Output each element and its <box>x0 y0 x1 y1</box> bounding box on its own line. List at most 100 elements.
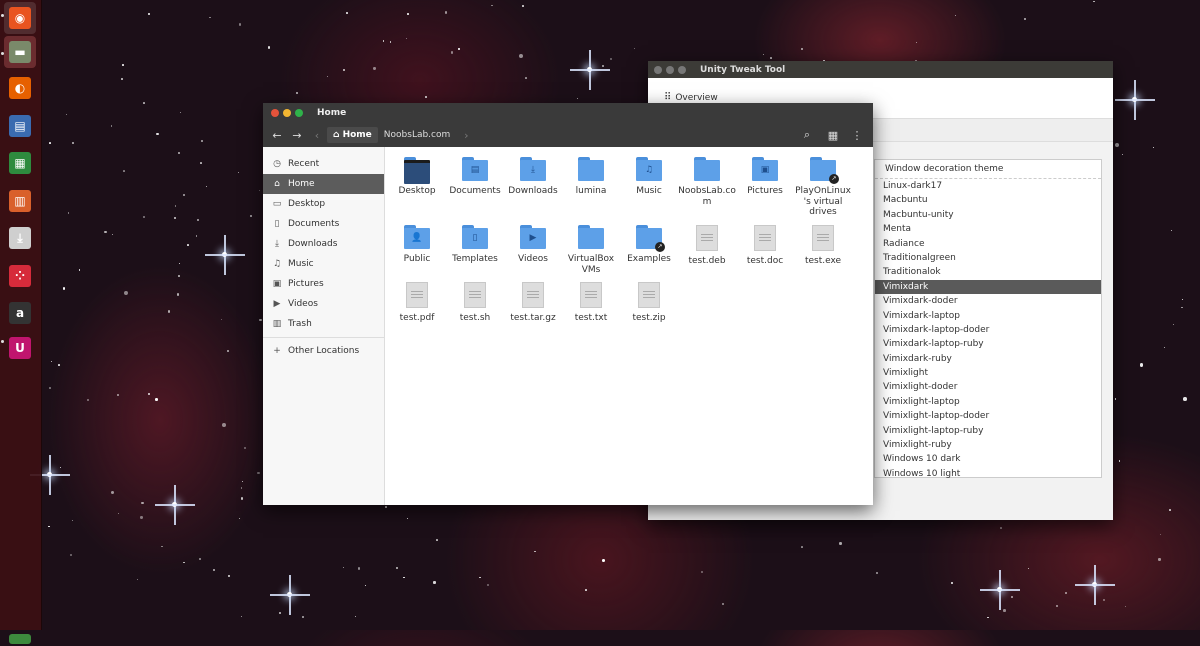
sidebar-item-home[interactable]: ⌂ Home <box>263 174 384 194</box>
document-file-icon <box>522 282 544 308</box>
writer-launcher-button[interactable]: ▤ <box>4 110 36 142</box>
calc-launcher-button[interactable]: ▦ <box>4 147 36 179</box>
file-name: test.pdf <box>399 313 435 323</box>
theme-list-item[interactable]: Vimixlight-doder <box>875 380 1101 394</box>
maximize-button[interactable] <box>295 109 303 117</box>
file-item[interactable]: ▯ Templates <box>446 225 504 265</box>
close-button[interactable] <box>271 109 279 117</box>
breadcrumb-noobslab[interactable]: NoobsLab.com <box>378 127 456 143</box>
file-item[interactable]: ↗ PlayOnLinux's virtual drives <box>794 157 852 218</box>
theme-list-item[interactable]: Traditionalok <box>875 265 1101 279</box>
theme-list-item[interactable]: Radiance <box>875 237 1101 251</box>
clock-icon: ◷ <box>273 159 281 169</box>
theme-list-item[interactable]: Vimixdark-laptop-ruby <box>875 337 1101 351</box>
folder-icon: 👤 <box>404 225 430 249</box>
sidebar-item-trash[interactable]: ▥ Trash <box>263 314 384 334</box>
maximize-button[interactable] <box>678 65 686 74</box>
file-item[interactable]: Desktop <box>388 157 446 197</box>
document-file-icon <box>754 225 776 251</box>
impress-launcher-button[interactable]: ▥ <box>4 185 36 217</box>
theme-list-item[interactable]: Traditionalgreen <box>875 251 1101 265</box>
theme-list-item[interactable]: Windows 10 light <box>875 467 1101 481</box>
sidebar-item-documents[interactable]: ▯ Documents <box>263 214 384 234</box>
sidebar-item-downloads[interactable]: ⤓ Downloads <box>263 234 384 254</box>
symlink-emblem-icon: ↗ <box>655 242 665 252</box>
unity-tweak-icon: U <box>9 337 31 359</box>
menu-button[interactable]: ⋮ <box>847 125 867 145</box>
home-icon: ⌂ <box>333 130 340 140</box>
theme-list-item[interactable]: Vimixdark-laptop <box>875 309 1101 323</box>
file-item[interactable]: test.sh <box>446 282 504 324</box>
file-item[interactable]: test.doc <box>736 225 794 267</box>
close-button[interactable] <box>654 65 662 74</box>
file-name: Documents <box>449 186 501 196</box>
theme-list-item[interactable]: Vimixdark-ruby <box>875 352 1101 366</box>
software-center-launcher-button[interactable]: ⤓ <box>4 222 36 254</box>
theme-list-header: Window decoration theme <box>875 160 1101 179</box>
theme-list-item[interactable]: Vimixdark-doder <box>875 294 1101 308</box>
firefox-launcher-button[interactable]: ◐ <box>4 72 36 104</box>
minimize-button[interactable] <box>283 109 291 117</box>
file-item[interactable]: ▶ Videos <box>504 225 562 265</box>
file-item[interactable]: 👤 Public <box>388 225 446 265</box>
theme-list-item[interactable]: Vimixdark <box>875 279 1101 295</box>
file-name: Pictures <box>747 186 783 196</box>
file-item[interactable]: ♫ Music <box>620 157 678 197</box>
amazon-launcher-button[interactable]: a <box>4 297 36 329</box>
file-item[interactable]: test.exe <box>794 225 852 267</box>
file-name: test.deb <box>688 256 726 266</box>
file-item[interactable]: ↗ Examples <box>620 225 678 265</box>
ubuntu-dash-launcher-button[interactable]: ◉ <box>4 2 36 34</box>
file-item[interactable]: test.zip <box>620 282 678 324</box>
theme-list-item[interactable]: Vimixlight-laptop <box>875 395 1101 409</box>
breadcrumb-scroll-left[interactable]: ‹ <box>307 125 327 145</box>
search-icon: ⌕ <box>803 128 811 141</box>
file-item[interactable]: NoobsLab.com <box>678 157 736 207</box>
file-item[interactable]: VirtualBox VMs <box>562 225 620 275</box>
files-launcher-button[interactable]: ▬ <box>4 36 36 68</box>
theme-list-item[interactable]: Macbuntu <box>875 193 1101 207</box>
sidebar-item-desktop[interactable]: ▭ Desktop <box>263 194 384 214</box>
file-item[interactable]: test.txt <box>562 282 620 324</box>
sidebar-item-label: Home <box>288 179 315 189</box>
view-toggle-button[interactable]: ▦ <box>823 125 843 145</box>
theme-list-item[interactable]: Macbuntu-unity <box>875 208 1101 222</box>
theme-list-item[interactable]: Vimixdark-laptop-doder <box>875 323 1101 337</box>
theme-list-item[interactable]: Windows 10 dark <box>875 452 1101 466</box>
writer-icon: ▤ <box>9 115 31 137</box>
chevron-left-icon: ‹ <box>314 128 320 142</box>
file-item[interactable]: ▤ Documents <box>446 157 504 197</box>
file-item[interactable]: test.tar.gz <box>504 282 562 324</box>
theme-list-item[interactable]: Vimixlight-laptop-ruby <box>875 424 1101 438</box>
file-item[interactable]: ⤓ Downloads <box>504 157 562 197</box>
dropbox-launcher-button[interactable]: ⁘ <box>4 260 36 292</box>
file-item[interactable]: test.deb <box>678 225 736 267</box>
file-item[interactable]: lumina <box>562 157 620 197</box>
running-indicator <box>1 340 4 343</box>
breadcrumb-home[interactable]: ⌂ Home <box>327 127 378 143</box>
file-item[interactable]: ▣ Pictures <box>736 157 794 197</box>
theme-list-item[interactable]: Menta <box>875 222 1101 236</box>
forward-button[interactable]: → <box>287 125 307 145</box>
unity-tweak-launcher-button[interactable]: U <box>4 332 36 364</box>
theme-list-item[interactable]: Vimixlight-ruby <box>875 438 1101 452</box>
sidebar-item-other-locations[interactable]: + Other Locations <box>263 341 384 361</box>
back-button[interactable]: ← <box>267 125 287 145</box>
tweak-titlebar[interactable]: Unity Tweak Tool <box>648 61 1113 78</box>
sidebar-item-recent[interactable]: ◷ Recent <box>263 154 384 174</box>
picture-icon: ▣ <box>272 279 282 289</box>
theme-list-item[interactable]: Linux-dark17 <box>875 179 1101 193</box>
file-item[interactable]: test.pdf <box>388 282 446 324</box>
files-titlebar[interactable]: Home <box>263 103 873 123</box>
theme-list-item[interactable]: Vimixlight <box>875 366 1101 380</box>
desktop-icon: ▭ <box>272 199 282 209</box>
sidebar-item-music[interactable]: ♫ Music <box>263 254 384 274</box>
overview-button[interactable]: ⠿ Overview <box>664 92 718 103</box>
breadcrumb-scroll-right[interactable]: › <box>456 125 476 145</box>
sidebar-item-pictures[interactable]: ▣ Pictures <box>263 274 384 294</box>
theme-list-item[interactable]: Vimixlight-laptop-doder <box>875 409 1101 423</box>
trash-launcher-button[interactable] <box>4 614 36 646</box>
sidebar-item-videos[interactable]: ▶ Videos <box>263 294 384 314</box>
search-button[interactable]: ⌕ <box>797 125 817 145</box>
minimize-button[interactable] <box>666 65 674 74</box>
